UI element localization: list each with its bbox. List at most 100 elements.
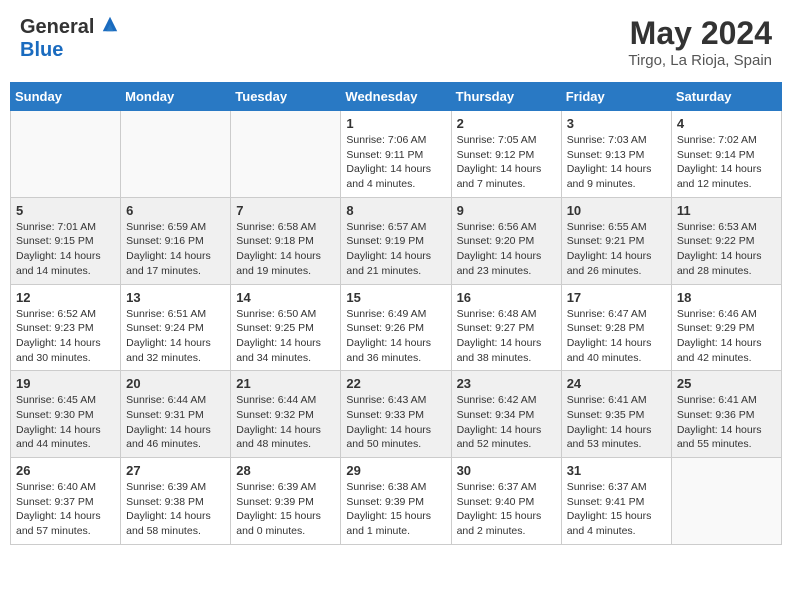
main-title: May 2024 [628,15,772,52]
logo-blue: Blue [20,39,63,61]
sunrise-text: Sunrise: 6:59 AM [126,220,225,235]
sunrise-text: Sunrise: 7:01 AM [16,220,115,235]
sunrise-text: Sunrise: 6:57 AM [346,220,445,235]
sunset-text: Sunset: 9:41 PM [567,495,666,510]
daylight-text: Daylight: 14 hours and 58 minutes. [126,509,225,538]
sunrise-text: Sunrise: 6:43 AM [346,393,445,408]
sunrise-text: Sunrise: 6:53 AM [677,220,776,235]
daylight-text: Daylight: 14 hours and 40 minutes. [567,336,666,365]
sunset-text: Sunset: 9:15 PM [16,234,115,249]
day-number: 24 [567,376,666,391]
day-number: 25 [677,376,776,391]
header-day-friday: Friday [561,83,671,111]
day-number: 8 [346,203,445,218]
sunset-text: Sunset: 9:32 PM [236,408,335,423]
week-row-1: 1Sunrise: 7:06 AMSunset: 9:11 PMDaylight… [11,111,782,198]
sunset-text: Sunset: 9:28 PM [567,321,666,336]
sunrise-text: Sunrise: 6:50 AM [236,307,335,322]
daylight-text: Daylight: 14 hours and 4 minutes. [346,162,445,191]
calendar-table: SundayMondayTuesdayWednesdayThursdayFrid… [10,82,782,545]
calendar-cell: 4Sunrise: 7:02 AMSunset: 9:14 PMDaylight… [671,111,781,198]
sunrise-text: Sunrise: 6:49 AM [346,307,445,322]
day-detail: Sunrise: 7:03 AMSunset: 9:13 PMDaylight:… [567,133,666,192]
calendar-cell: 16 Sunrise: 6:48 AMSunset: 9:27 PMDayligh… [451,284,561,371]
logo-text: General Blue [20,15,119,62]
daylight-text: Daylight: 14 hours and 32 minutes. [126,336,225,365]
calendar-cell: 14Sunrise: 6:50 AMSunset: 9:25 PMDayligh… [231,284,341,371]
calendar-cell: 3Sunrise: 7:03 AMSunset: 9:13 PMDaylight… [561,111,671,198]
sunset-text: Sunset: 9:20 PM [457,234,556,249]
day-detail: Sunrise: 6:43 AMSunset: 9:33 PMDaylight:… [346,393,445,452]
day-number: 15 [346,290,445,305]
sunrise-text: Sunrise: 6:42 AM [457,393,556,408]
sunrise-text: Sunrise: 6:37 AM [457,480,556,495]
day-number: 16 [457,290,556,305]
calendar-cell: 11Sunrise: 6:53 AMSunset: 9:22 PMDayligh… [671,197,781,284]
calendar-cell: 2 Sunrise: 7:05 AMSunset: 9:12 PMDaylight… [451,111,561,198]
daylight-text: Daylight: 14 hours and 21 minutes. [346,249,445,278]
day-number: 13 [126,290,225,305]
sunrise-text: Sunrise: 6:41 AM [677,393,776,408]
sunset-text: Sunset: 9:40 PM [457,495,556,510]
day-number: 12 [16,290,115,305]
calendar-header-row: SundayMondayTuesdayWednesdayThursdayFrid… [11,83,782,111]
page-header: General Blue May 2024 Tirgo, La Rioja, S… [10,10,782,74]
week-row-2: 5Sunrise: 7:01 AMSunset: 9:15 PMDaylight… [11,197,782,284]
day-number: 2 [457,116,556,131]
sunset-text: Sunset: 9:38 PM [126,495,225,510]
calendar-cell: 21Sunrise: 6:44 AMSunset: 9:32 PMDayligh… [231,371,341,458]
week-row-4: 19Sunrise: 6:45 AMSunset: 9:30 PMDayligh… [11,371,782,458]
sunset-text: Sunset: 9:39 PM [236,495,335,510]
calendar-cell: 23 Sunrise: 6:42 AMSunset: 9:34 PMDayligh… [451,371,561,458]
day-number: 29 [346,463,445,478]
day-detail: Sunrise: 6:41 AMSunset: 9:35 PMDaylight:… [567,393,666,452]
day-number: 23 [457,376,556,391]
daylight-text: Daylight: 14 hours and 12 minutes. [677,162,776,191]
calendar-cell: 13Sunrise: 6:51 AMSunset: 9:24 PMDayligh… [121,284,231,371]
calendar-cell: 10Sunrise: 6:55 AMSunset: 9:21 PMDayligh… [561,197,671,284]
calendar-cell: 1Sunrise: 7:06 AMSunset: 9:11 PMDaylight… [341,111,451,198]
sunrise-text: Sunrise: 7:06 AM [346,133,445,148]
sunrise-text: Sunrise: 6:51 AM [126,307,225,322]
daylight-text: Daylight: 15 hours and 4 minutes. [567,509,666,538]
header-day-sunday: Sunday [11,83,121,111]
day-number: 31 [567,463,666,478]
sunrise-text: Sunrise: 6:39 AM [236,480,335,495]
day-detail: Sunrise: 6:48 AMSunset: 9:27 PMDaylight:… [457,307,556,366]
day-number: 17 [567,290,666,305]
day-detail: Sunrise: 7:06 AMSunset: 9:11 PMDaylight:… [346,133,445,192]
sunrise-text: Sunrise: 7:03 AM [567,133,666,148]
calendar-cell: 8 Sunrise: 6:57 AMSunset: 9:19 PMDaylight… [341,197,451,284]
location-subtitle: Tirgo, La Rioja, Spain [628,52,772,69]
sunset-text: Sunset: 9:22 PM [677,234,776,249]
daylight-text: Daylight: 14 hours and 23 minutes. [457,249,556,278]
sunrise-text: Sunrise: 6:44 AM [126,393,225,408]
day-detail: Sunrise: 7:01 AMSunset: 9:15 PMDaylight:… [16,220,115,279]
week-row-5: 26Sunrise: 6:40 AMSunset: 9:37 PMDayligh… [11,458,782,545]
day-number: 14 [236,290,335,305]
daylight-text: Daylight: 14 hours and 7 minutes. [457,162,556,191]
sunrise-text: Sunrise: 6:41 AM [567,393,666,408]
day-detail: Sunrise: 7:05 AMSunset: 9:12 PMDaylight:… [457,133,556,192]
calendar-cell: 27 Sunrise: 6:39 AMSunset: 9:38 PMDayligh… [121,458,231,545]
daylight-text: Daylight: 14 hours and 52 minutes. [457,423,556,452]
daylight-text: Daylight: 15 hours and 1 minute. [346,509,445,538]
calendar-cell: 19Sunrise: 6:45 AMSunset: 9:30 PMDayligh… [11,371,121,458]
daylight-text: Daylight: 15 hours and 0 minutes. [236,509,335,538]
sunrise-text: Sunrise: 6:44 AM [236,393,335,408]
sunrise-text: Sunrise: 6:58 AM [236,220,335,235]
day-number: 26 [16,463,115,478]
daylight-text: Daylight: 14 hours and 42 minutes. [677,336,776,365]
daylight-text: Daylight: 14 hours and 34 minutes. [236,336,335,365]
day-detail: Sunrise: 7:02 AMSunset: 9:14 PMDaylight:… [677,133,776,192]
logo-general: General [20,16,94,38]
calendar-cell: 5Sunrise: 7:01 AMSunset: 9:15 PMDaylight… [11,197,121,284]
title-section: May 2024 Tirgo, La Rioja, Spain [628,15,772,69]
day-detail: Sunrise: 6:42 AMSunset: 9:34 PMDaylight:… [457,393,556,452]
day-number: 18 [677,290,776,305]
day-number: 27 [126,463,225,478]
day-detail: Sunrise: 6:57 AMSunset: 9:19 PMDaylight:… [346,220,445,279]
day-detail: Sunrise: 6:52 AMSunset: 9:23 PMDaylight:… [16,307,115,366]
calendar-cell [121,111,231,198]
day-detail: Sunrise: 6:39 AMSunset: 9:38 PMDaylight:… [126,480,225,539]
